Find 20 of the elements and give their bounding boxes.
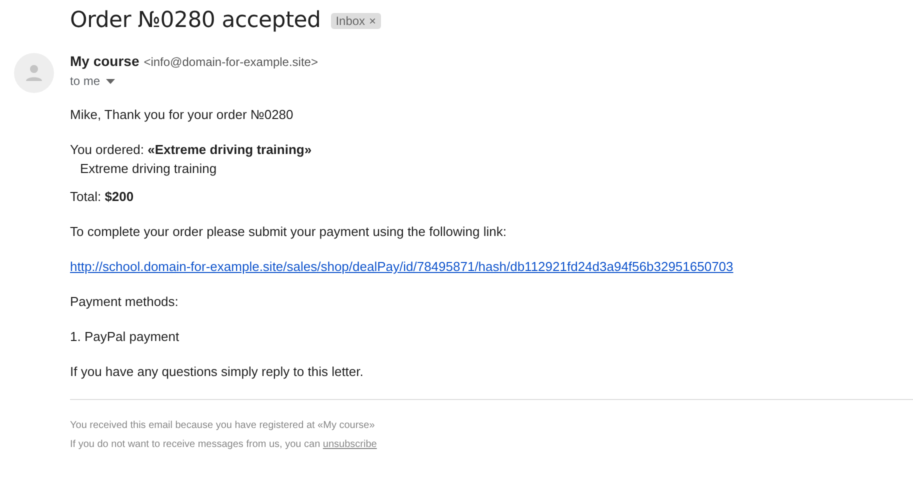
unsubscribe-link[interactable]: unsubscribe — [322, 439, 377, 450]
footer-unsubscribe-text: If you do not want to receive messages from us, you can unsubscribe — [70, 439, 378, 450]
body-text: You ordered: «Extreme driving training» — [70, 142, 313, 157]
sender-name: My course — [70, 53, 140, 69]
body-text: If you have any questions simply reply to this letter. — [70, 364, 364, 379]
body-text: Mike, Thank you for your order №0280 — [70, 107, 294, 122]
email-subject: Order №0280 accepted — [70, 8, 321, 33]
order-total: Total: $200 — [70, 189, 135, 204]
remove-label-button[interactable]: × — [369, 14, 376, 28]
label-text: Inbox — [336, 14, 366, 28]
order-item: Extreme driving training — [79, 161, 218, 176]
payment-link[interactable]: http://school.domain-for-example.site/sales/shop/dealPay/id/78495871/hash/db112921fd24d3a94f56b32951650703 — [70, 259, 734, 274]
caret-icon — [106, 78, 116, 84]
body-text: 1. PayPal payment — [70, 329, 180, 344]
sender-email: <info@domain-for-example.site> — [144, 55, 318, 69]
avatar-icon — [14, 53, 54, 93]
recipient-dropdown[interactable]: to me — [70, 74, 318, 88]
body-text: To complete your order please submit your payment using the following link: — [70, 224, 508, 239]
body-text: Payment methods: — [70, 294, 180, 309]
footer-notice: You received this email because you have registered at «My course» — [70, 420, 376, 431]
